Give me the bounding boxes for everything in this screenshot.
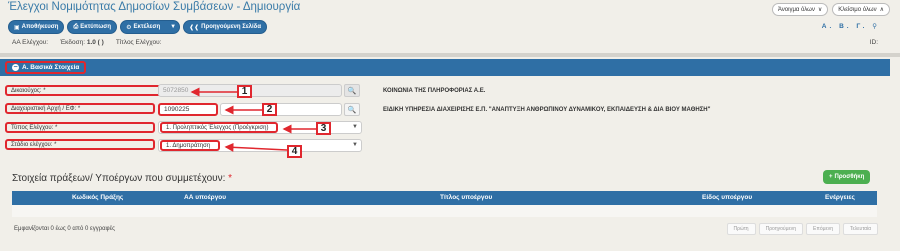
subprojects-table-body xyxy=(12,205,877,217)
pager-last[interactable]: Τελευταία xyxy=(843,223,878,235)
plus-icon: + xyxy=(829,174,833,180)
col-subproject-title[interactable]: Τίτλος υποέργου xyxy=(440,194,492,201)
col-project-code[interactable]: Κωδικός Πράξης xyxy=(72,194,123,201)
col-subproject-aa[interactable]: ΑΑ υποέργου xyxy=(184,194,226,201)
pager-next[interactable]: Επόμενη xyxy=(806,223,840,235)
pager-previous[interactable]: Προηγούμενη xyxy=(758,223,804,235)
arrow-4 xyxy=(224,142,288,152)
table-info: Εμφανίζονται 0 έως 0 από 0 εγγραφές xyxy=(14,226,116,232)
col-actions: Ενέργειες xyxy=(825,194,855,201)
col-subproject-type[interactable]: Είδος υποέργου xyxy=(702,194,752,201)
subprojects-title: Στοιχεία πράξεων/ Υποέργων που συμμετέχο… xyxy=(12,173,233,184)
pager-first[interactable]: Πρώτη xyxy=(726,223,756,235)
add-subproject-button[interactable]: + Προσθήκη xyxy=(823,170,871,184)
pagination: Πρώτη Προηγούμενη Επόμενη Τελευταία xyxy=(726,223,878,235)
subprojects-table-header: Κωδικός Πράξης ΑΑ υποέργου Τίτλος υποέργ… xyxy=(12,191,877,205)
